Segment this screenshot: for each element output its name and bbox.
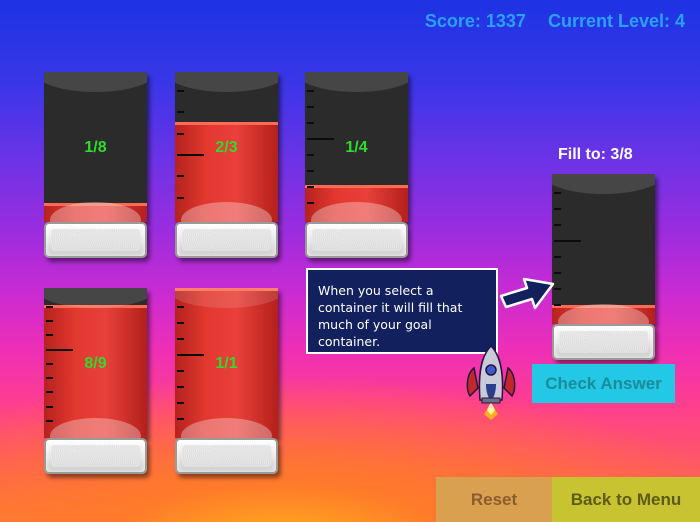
tick-mark (177, 386, 184, 388)
tick-mark (177, 338, 184, 340)
container-base (175, 438, 278, 474)
reset-button[interactable]: Reset (436, 477, 552, 522)
container-tube: 8/9 (44, 288, 147, 438)
tick-mark (46, 391, 53, 394)
container-base (44, 222, 147, 258)
goal-caption: Fill to: 3/8 (558, 146, 633, 163)
tick-mark (307, 186, 314, 188)
fraction-label: 1/4 (345, 139, 368, 156)
container-5[interactable]: 1/1 (175, 288, 278, 477)
arrow-right-icon (499, 277, 555, 310)
container-tube: 2/3 (175, 72, 278, 222)
tick-mark (554, 208, 561, 210)
back-to-menu-button[interactable]: Back to Menu (552, 477, 700, 522)
tick-mark (307, 170, 314, 172)
tick-mark (46, 377, 53, 380)
container-tube: 1/4 (305, 72, 408, 222)
fraction-label: 2/3 (215, 139, 238, 156)
tick-mark (554, 240, 581, 242)
check-answer-button[interactable]: Check Answer (532, 364, 675, 403)
container-base (44, 438, 147, 474)
container-tube: 1/8 (44, 72, 147, 222)
tick-mark (177, 90, 184, 92)
fraction-label: 8/9 (84, 355, 107, 372)
container-4[interactable]: 8/9 (44, 288, 147, 477)
tick-mark (554, 192, 561, 194)
tick-mark (177, 196, 184, 199)
level-display: Current Level: 4 (547, 11, 685, 31)
goal-base (552, 324, 655, 360)
tick-mark (177, 132, 184, 135)
tick-mark (177, 418, 184, 420)
tick-mark (46, 306, 53, 308)
tick-marks (552, 174, 592, 324)
tick-mark (307, 122, 314, 124)
tick-mark (177, 402, 184, 404)
tick-mark (554, 224, 561, 226)
container-tube: 1/1 (175, 288, 278, 438)
container-1[interactable]: 1/8 (44, 72, 147, 261)
container-2[interactable]: 2/3 (175, 72, 278, 261)
tick-mark (46, 405, 53, 408)
tick-mark (46, 334, 53, 337)
tick-mark (307, 202, 314, 204)
tick-mark (177, 175, 184, 178)
container-3[interactable]: 1/4 (305, 72, 408, 261)
tick-mark (46, 348, 73, 351)
tick-mark (307, 90, 314, 92)
goal-tube (552, 174, 655, 324)
hint-box: When you select a container it will fill… (306, 268, 498, 354)
tick-mark (307, 106, 314, 108)
container-base (305, 222, 408, 258)
rocket-icon (466, 344, 516, 420)
goal-container (552, 174, 655, 363)
tick-mark (46, 419, 53, 422)
fraction-label: 1/1 (215, 355, 238, 372)
tick-mark (177, 322, 184, 324)
hud: Score: 1337 Current Level: 4 (425, 11, 685, 32)
tick-mark (177, 111, 184, 114)
score-display: Score: 1337 (424, 11, 526, 31)
tick-mark (554, 256, 561, 258)
fraction-label: 1/8 (84, 139, 107, 156)
tick-mark (177, 306, 184, 308)
tick-mark (46, 320, 53, 323)
container-base (175, 222, 278, 258)
